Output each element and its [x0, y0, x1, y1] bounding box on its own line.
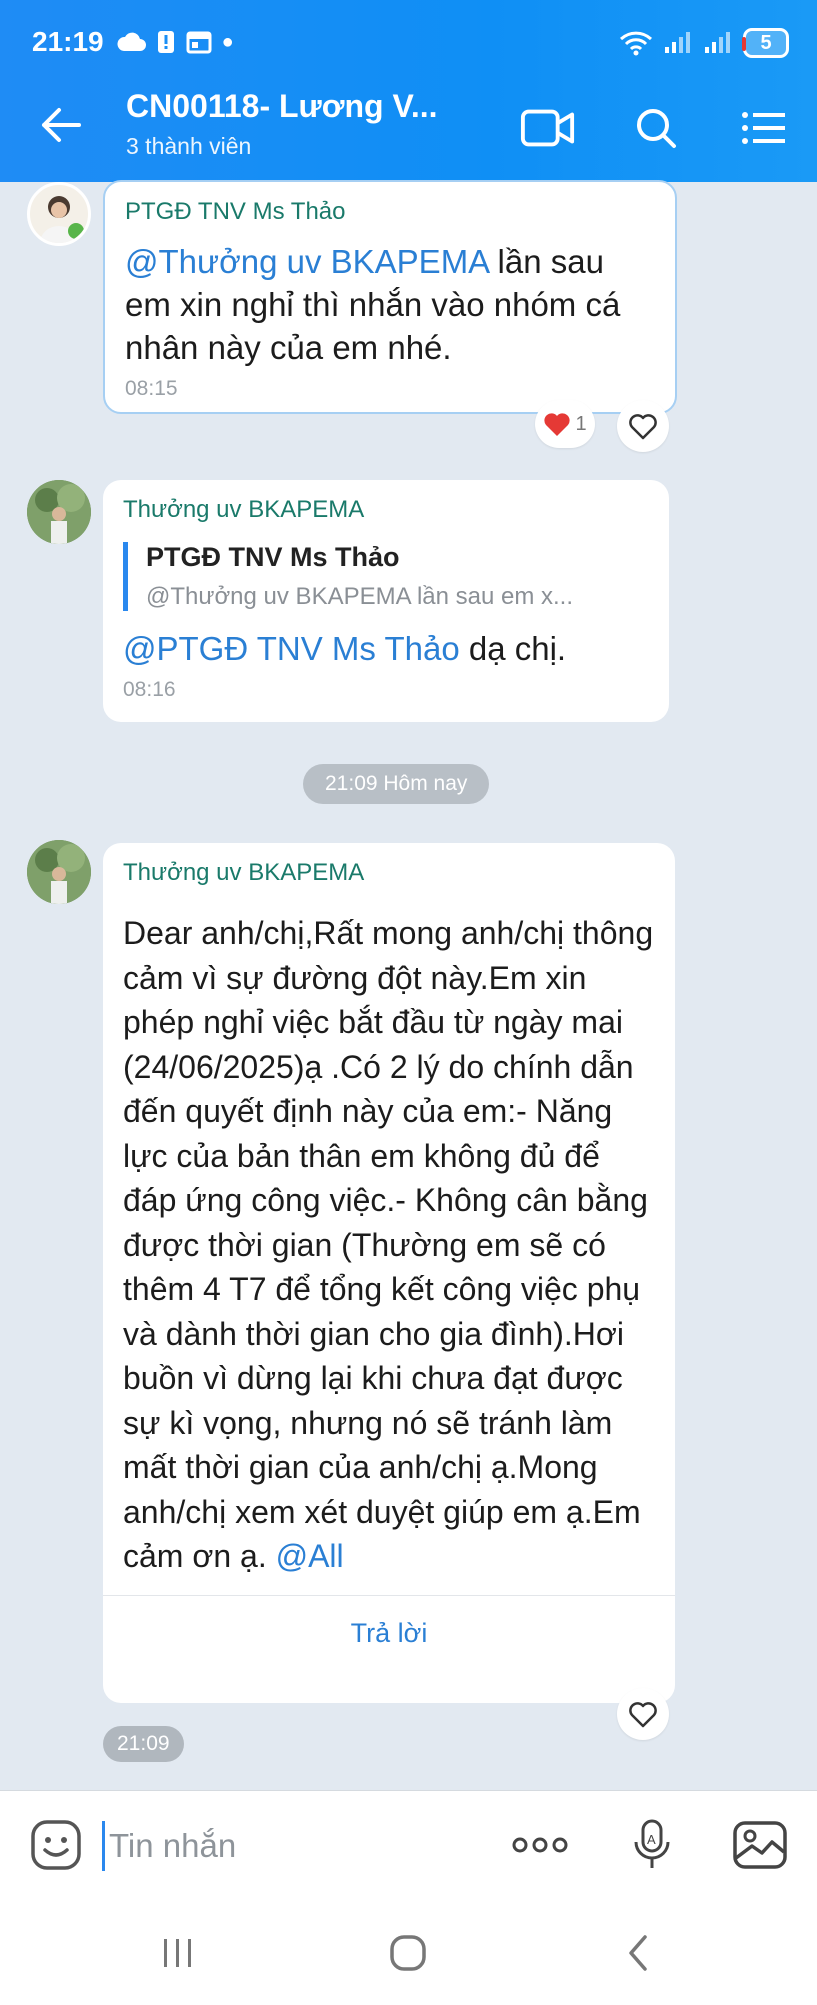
cloud-icon — [117, 32, 146, 51]
signal-icon-2 — [705, 32, 730, 53]
search-button[interactable] — [628, 100, 684, 156]
quote-sender: PTGĐ TNV Ms Thảo — [146, 542, 400, 572]
quote-text: @Thưởng uv BKAPEMA lần sau em x... — [146, 583, 574, 610]
video-camera-icon — [520, 109, 575, 147]
heart-outline-icon — [629, 1702, 657, 1728]
calendar-icon — [186, 31, 212, 54]
message-text: Dear anh/chị,Rất mong anh/chị thông cảm … — [123, 915, 654, 1574]
alert-icon — [157, 31, 174, 53]
menu-button[interactable] — [736, 100, 792, 156]
sender-name: Thưởng uv BKAPEMA — [123, 859, 365, 886]
avatar[interactable] — [27, 480, 91, 544]
message-bubble[interactable]: Thưởng uv BKAPEMA PTGĐ TNV Ms Thảo @Thưở… — [103, 480, 669, 722]
sticker-icon — [31, 1820, 81, 1870]
svg-text:A: A — [647, 1832, 656, 1847]
conversation-info[interactable]: CN00118- Lương V... 3 thành viên — [126, 88, 438, 160]
mention-all[interactable]: @All — [276, 1538, 344, 1574]
more-button[interactable] — [510, 1815, 570, 1875]
battery-icon: 5 — [742, 28, 789, 58]
heart-filled-icon — [544, 413, 571, 436]
message-text: @Thưởng uv BKAPEMA lần sau em xin nghỉ t… — [125, 243, 621, 366]
status-bar: 21:19 ● — [32, 26, 234, 58]
member-count: 3 thành viên — [126, 133, 252, 159]
conversation-title: CN00118- Lương V... — [126, 88, 438, 124]
react-button[interactable] — [617, 400, 669, 452]
chat-header: 21:19 ● 5 CN00118- Lương V... 3 thành vi… — [0, 0, 817, 182]
message-time: 08:15 — [125, 377, 178, 400]
avatar-image — [40, 196, 84, 243]
status-time: 21:19 — [32, 26, 104, 57]
message-text: @PTGĐ TNV Ms Thảo dạ chị. — [123, 630, 567, 667]
avatar[interactable] — [27, 182, 91, 246]
home-icon — [390, 1935, 426, 1971]
date-separator: 21:09 Hôm nay — [303, 764, 490, 804]
home-button[interactable] — [378, 1928, 438, 1978]
message-time: 08:16 — [123, 678, 176, 701]
reaction-badge[interactable]: 1 — [535, 400, 595, 448]
video-call-button[interactable] — [520, 100, 576, 156]
heart-outline-icon — [629, 414, 657, 440]
microphone-icon: A — [634, 1819, 670, 1868]
more-icon — [512, 1837, 568, 1853]
mention[interactable]: @Thưởng uv BKAPEMA — [125, 243, 488, 280]
mention[interactable]: @PTGĐ TNV Ms Thảo — [123, 630, 460, 667]
menu-icon — [742, 112, 785, 144]
sender-name: PTGĐ TNV Ms Thảo — [125, 198, 346, 225]
image-button[interactable] — [730, 1815, 790, 1875]
search-icon — [637, 109, 676, 148]
quoted-message[interactable]: PTGĐ TNV Ms Thảo @Thưởng uv BKAPEMA lần … — [123, 542, 649, 611]
recent-apps-icon — [164, 1939, 191, 1967]
voice-button[interactable]: A — [622, 1815, 682, 1875]
recent-apps-button[interactable] — [148, 1928, 208, 1978]
message-composer: A — [0, 1790, 817, 1900]
back-arrow-icon — [42, 108, 81, 142]
sticker-button[interactable] — [26, 1815, 86, 1875]
signal-icon — [665, 32, 690, 53]
message-input[interactable] — [102, 1821, 482, 1871]
message-bubble[interactable]: PTGĐ TNV Ms Thảo @Thưởng uv BKAPEMA lần … — [103, 180, 677, 414]
system-nav-bar — [0, 1900, 817, 2005]
sender-name: Thưởng uv BKAPEMA — [123, 496, 365, 523]
wifi-icon — [619, 31, 653, 56]
react-button[interactable] — [617, 1688, 669, 1740]
avatar-image — [27, 480, 91, 544]
image-icon — [733, 1821, 787, 1869]
avatar-image — [27, 840, 91, 904]
avatar[interactable] — [27, 840, 91, 904]
reaction-count: 1 — [575, 412, 587, 435]
chevron-left-icon — [629, 1935, 647, 1971]
back-button[interactable] — [36, 100, 86, 150]
system-back-button[interactable] — [608, 1928, 668, 1978]
dot-icon: ● — [221, 30, 234, 53]
reply-button[interactable]: Trả lời — [123, 1596, 655, 1649]
message-bubble[interactable]: Thưởng uv BKAPEMA Dear anh/chị,Rất mong … — [103, 843, 675, 1703]
message-time: 21:09 — [103, 1726, 184, 1762]
